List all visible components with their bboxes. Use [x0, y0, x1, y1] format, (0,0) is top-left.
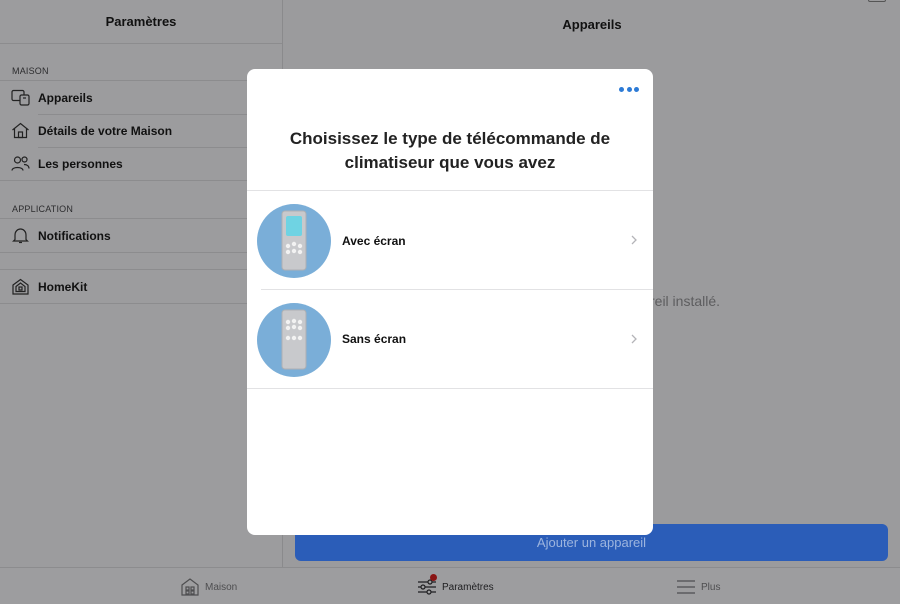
chevron-right-icon — [631, 235, 637, 245]
tab-label: Paramètres — [442, 581, 494, 593]
sidebar-item-people[interactable]: Les personnes — [0, 147, 282, 180]
option-label: Sans écran — [342, 332, 407, 346]
more-options-button[interactable] — [619, 83, 639, 95]
people-icon — [11, 156, 30, 171]
more-dot-icon — [634, 86, 639, 92]
home-icon — [181, 578, 199, 596]
top-corner-control[interactable] — [868, 0, 886, 2]
sidebar-item-label: Appareils — [38, 90, 93, 105]
sidebar-item-label: Notifications — [38, 228, 111, 243]
menu-icon — [677, 580, 695, 594]
remote-type-options: Avec écran Sans écran — [247, 190, 653, 389]
page-title: Appareils — [562, 16, 622, 32]
bell-icon — [12, 228, 29, 244]
tab-home[interactable]: Maison — [180, 576, 237, 598]
notification-badge — [430, 574, 437, 581]
more-dot-icon — [626, 86, 632, 92]
sidebar-item-notifications[interactable]: Notifications — [0, 219, 282, 252]
remote-type-modal: Choisissez le type de télécommande de cl… — [247, 69, 653, 535]
tab-label: Plus — [701, 581, 721, 593]
application-settings-group: Notifications — [0, 218, 282, 253]
tab-settings[interactable]: Paramètres — [417, 574, 494, 598]
settings-sidebar: Paramètres MAISON Appareils Détails de v… — [0, 0, 283, 567]
sidebar-item-home-details[interactable]: Détails de votre Maison — [0, 114, 282, 147]
sidebar-title: Paramètres — [0, 0, 282, 44]
remote-with-screen-icon — [257, 204, 331, 278]
sidebar-item-label: Détails de votre Maison — [38, 123, 173, 138]
tab-bar: Maison Paramètres Plus — [0, 567, 900, 604]
sidebar-item-devices[interactable]: Appareils — [0, 81, 282, 114]
section-label-application: APPLICATION — [12, 204, 74, 214]
devices-icon — [11, 89, 30, 106]
option-label: Avec écran — [342, 233, 406, 248]
modal-title: Choisissez le type de télécommande de cl… — [289, 129, 611, 172]
tab-label: Maison — [205, 581, 238, 593]
empty-state-text: reil installé. — [650, 293, 721, 309]
chevron-right-icon — [631, 334, 637, 344]
sidebar-item-homekit[interactable]: HomeKit — [0, 270, 282, 303]
house-icon — [12, 122, 29, 139]
homekit-settings-group: HomeKit — [0, 269, 282, 304]
sidebar-item-label: Les personnes — [38, 156, 123, 171]
tab-more[interactable]: Plus — [676, 576, 720, 598]
homekit-icon — [12, 278, 29, 295]
sidebar-item-label: HomeKit — [38, 279, 88, 294]
option-with-screen[interactable]: Avec écran — [247, 191, 653, 290]
section-label-home: MAISON — [12, 66, 49, 76]
remote-without-screen-icon — [257, 303, 331, 377]
option-without-screen[interactable]: Sans écran — [247, 290, 653, 389]
home-settings-group: Appareils Détails de votre Maison Les pe… — [0, 80, 282, 181]
more-dot-icon — [619, 86, 624, 92]
